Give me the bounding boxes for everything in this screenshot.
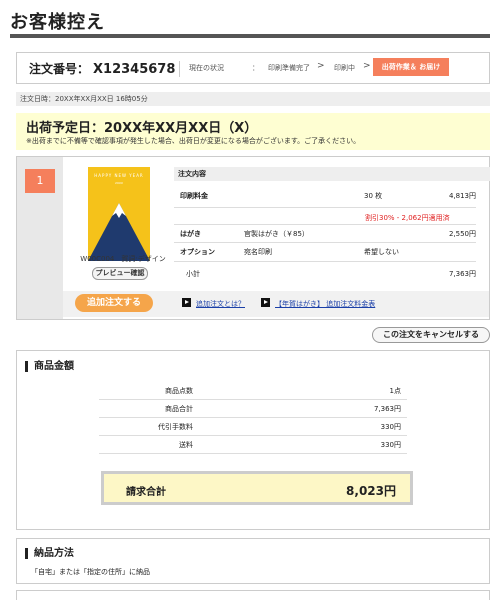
title-rule [10, 34, 490, 38]
divider [174, 224, 476, 225]
order-status-box: 注文番号： X12345678 現在の状況 ： 印刷準備完了 > 印刷中 > 出荷… [16, 52, 490, 84]
preview-button[interactable]: プレビュー確認 [92, 267, 148, 280]
order-item: 1 HAPPY NEW YEAR 20XX W00C004 賀詞:デザイン プレ… [16, 156, 490, 320]
delivery-method: 「自宅」または「指定の住所」に納品 [31, 568, 150, 576]
design-code: W00C004 賀詞:デザイン [80, 255, 166, 263]
total-value: 8,023円 [346, 484, 396, 498]
row-value: 希望しない [364, 248, 399, 256]
amount-title: 商品金額 [25, 361, 74, 372]
row-value: 2,550円 [448, 230, 476, 238]
row-label: 商品点数 [165, 387, 193, 395]
mountain-icon [88, 203, 150, 261]
card-greeting-text: HAPPY NEW YEAR [94, 173, 144, 178]
status-label: 現在の状況 [189, 64, 224, 72]
card-thumbnail[interactable]: HAPPY NEW YEAR 20XX [88, 167, 150, 261]
row-value: 330円 [380, 441, 401, 449]
divider [174, 207, 476, 208]
order-number: 注文番号： X12345678 [29, 60, 175, 77]
shipping-date: 出荷予定日：20XX年XX月XX日（X） [26, 121, 258, 136]
add-order-price-link[interactable]: 【年賀はがき】 追加注文料金表 [275, 299, 375, 309]
amount-row-shipping: 送料 330円 [99, 435, 407, 453]
item-action-bar: 追加注文する 追加注文とは？ 【年賀はがき】 追加注文料金表 [63, 291, 489, 317]
row-label: 印刷料金 [180, 192, 208, 200]
row-value: 7,363円 [373, 405, 401, 413]
what-is-add-order-link[interactable]: 追加注文とは？ [196, 299, 245, 309]
delivery-section: 納品方法 「自宅」または「指定の住所」に納品 [16, 538, 490, 584]
amount-row-item-total: 商品合計 7,363円 [99, 399, 407, 417]
order-number-label: 注文番号： [29, 62, 90, 76]
shipping-note: ※出荷までに不備等で確認事項が発生した場合、出荷日が変更になる場合がございます。… [26, 137, 361, 145]
row-value: 1点 [389, 387, 401, 395]
row-label: 小計 [186, 270, 200, 278]
total-box: 請求合計 8,023円 [101, 471, 413, 505]
order-datetime: 注文日時：20XX年XX月XX日 16時05分 [16, 92, 490, 106]
next-section [16, 590, 490, 600]
step-arrow-icon: > [317, 61, 325, 71]
divider [179, 61, 180, 77]
amount-row-item-count: 商品点数 1点 [99, 381, 407, 399]
discount-note: 割引30% - 2,062円適用済 [365, 214, 450, 222]
status-colon: ： [252, 64, 259, 72]
divider [99, 453, 407, 454]
step-arrow-icon: > [363, 61, 371, 71]
row-value: 7,363円 [448, 270, 476, 278]
row-label: はがき [180, 230, 201, 238]
order-number-value: X12345678 [93, 62, 176, 77]
order-details-header: 注文内容 [174, 167, 490, 181]
cancel-order-button[interactable]: この注文をキャンセルする [372, 327, 490, 343]
card-year-text: 20XX [115, 181, 123, 185]
item-index-column: 1 [17, 157, 63, 319]
page-title: お客様控え [10, 12, 105, 33]
row-label: 代引手数料 [158, 423, 193, 431]
play-icon [261, 298, 270, 307]
row-label: 商品合計 [165, 405, 193, 413]
row-detail: 官製はがき（￥85） [244, 230, 309, 238]
item-index-badge: 1 [25, 169, 55, 193]
row-label: オプション [180, 248, 215, 256]
divider [174, 261, 476, 262]
amount-row-cod-fee: 代引手数料 330円 [99, 417, 407, 435]
play-icon [182, 298, 191, 307]
status-step-shipping-current: 出荷作業＆ お届け [373, 58, 449, 76]
row-value: 330円 [380, 423, 401, 431]
row-quantity: 30 枚 [364, 192, 383, 200]
amount-section: 商品金額 商品点数 1点 商品合計 7,363円 代引手数料 330円 送料 3… [16, 350, 490, 530]
total-label: 請求合計 [126, 487, 166, 498]
delivery-title: 納品方法 [25, 548, 74, 559]
add-order-button[interactable]: 追加注文する [75, 294, 153, 312]
row-label: 送料 [179, 441, 193, 449]
row-detail: 宛名印刷 [244, 248, 272, 256]
status-step-printing: 印刷中 [334, 64, 355, 72]
divider [174, 242, 476, 243]
row-value: 4,813円 [448, 192, 476, 200]
status-step-print-ready: 印刷準備完了 [268, 64, 310, 72]
shipping-date-box: 出荷予定日：20XX年XX月XX日（X） ※出荷までに不備等で確認事項が発生した… [16, 113, 490, 150]
